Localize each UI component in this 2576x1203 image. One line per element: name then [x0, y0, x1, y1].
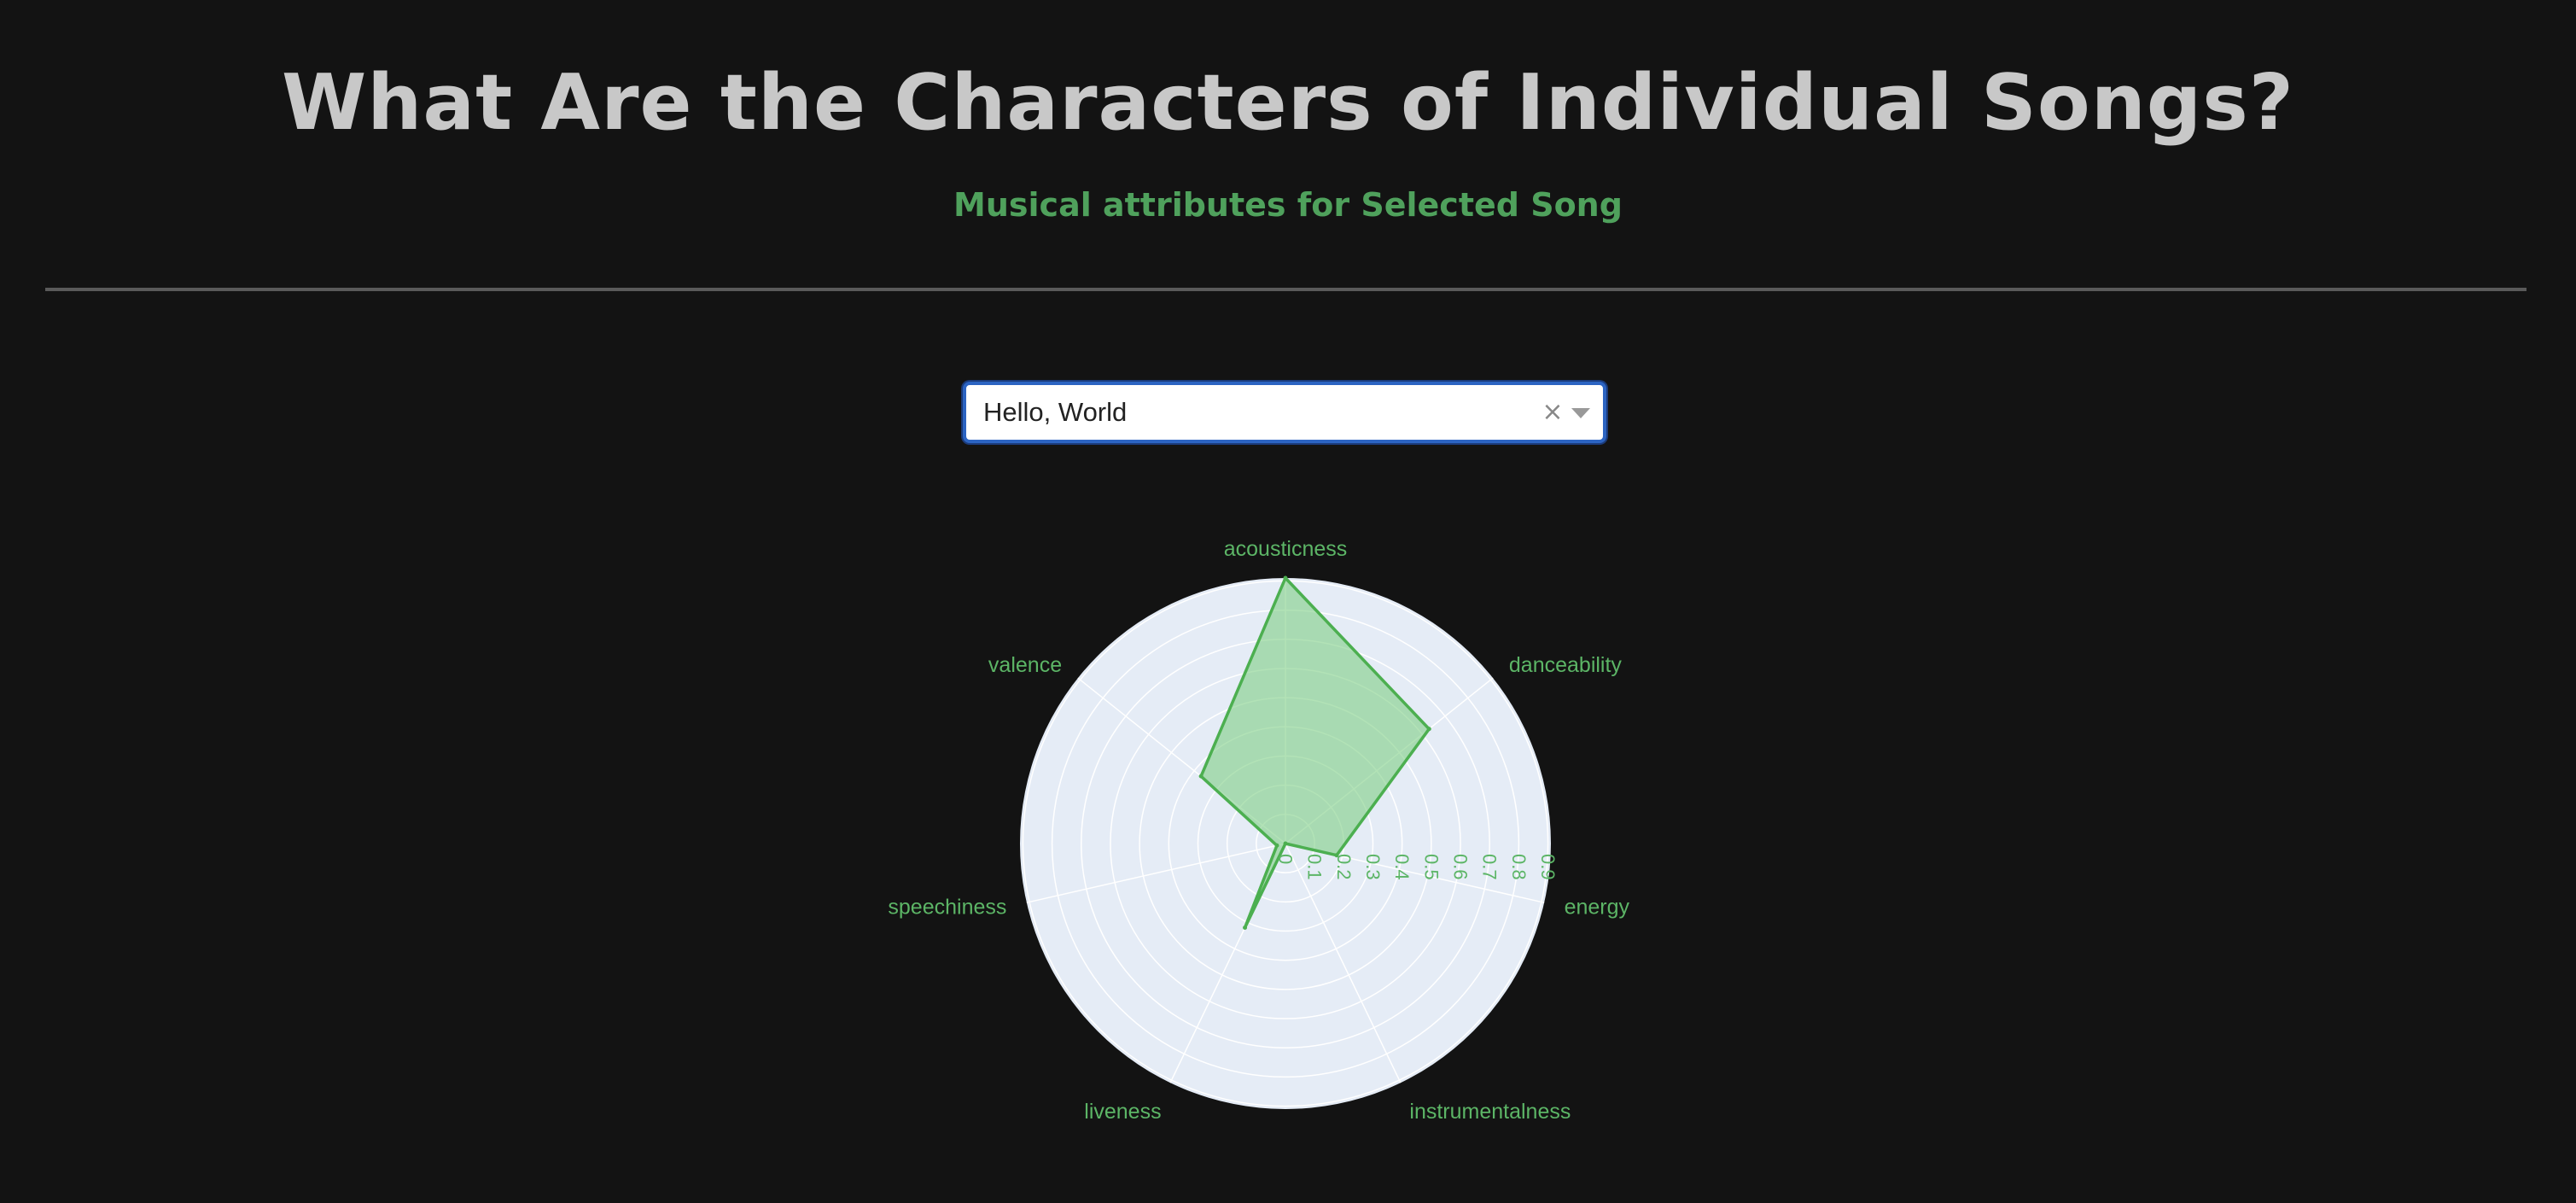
angular-gridline	[1169, 843, 1286, 1083]
close-icon[interactable]: ×	[1542, 385, 1564, 440]
radial-gridline	[1226, 784, 1345, 903]
data-point-speechiness	[1274, 843, 1279, 848]
selected-song-value: Hello, World	[983, 397, 1128, 427]
radial-tick-label: 0.7	[1479, 854, 1501, 880]
song-select-dropdown[interactable]: Hello, World ×	[963, 382, 1606, 443]
radial-tick-label: 0.1	[1304, 854, 1326, 880]
radial-gridline	[1197, 755, 1374, 932]
song-attributes-area	[1199, 576, 1431, 930]
radial-tick-label: 0.9	[1537, 854, 1559, 880]
page-subtitle: Musical attributes for Selected Song	[953, 186, 1623, 224]
axis-label-valence: valence	[988, 653, 1062, 677]
radial-gridline	[1051, 609, 1520, 1078]
data-point-energy	[1334, 853, 1339, 858]
axis-label-acousticness: acousticness	[1224, 537, 1348, 561]
radar-background	[1020, 578, 1551, 1109]
radial-gridline	[1081, 639, 1490, 1048]
radial-gridline	[1168, 726, 1403, 961]
radial-tick-label: 0.4	[1391, 854, 1413, 880]
data-point-instrumentalness	[1283, 841, 1288, 846]
axis-label-speechiness: speechiness	[888, 896, 1006, 920]
radial-tick-label: 0	[1275, 854, 1297, 864]
data-point-valence	[1198, 774, 1203, 779]
caret-down-icon[interactable]	[1571, 408, 1590, 418]
axis-label-energy: energy	[1565, 896, 1630, 920]
radial-tick-label: 0.6	[1450, 854, 1472, 880]
radial-tick-label: 0.5	[1420, 854, 1442, 880]
radial-gridline	[1022, 580, 1549, 1107]
angular-gridline	[1077, 677, 1286, 844]
angular-gridline	[1285, 843, 1545, 903]
divider	[45, 288, 2526, 291]
radial-tick-label: 0.8	[1508, 854, 1530, 880]
radial-tick-label: 0.2	[1333, 854, 1355, 880]
data-point-liveness	[1243, 926, 1248, 931]
angular-gridline	[1026, 843, 1286, 903]
radial-gridline	[1139, 697, 1432, 990]
axis-label-liveness: liveness	[1084, 1100, 1161, 1124]
page-title: What Are the Characters of Individual So…	[282, 58, 2294, 148]
data-point-danceability	[1426, 727, 1431, 732]
angular-gridline	[1285, 843, 1402, 1083]
data-point-acousticness	[1283, 575, 1288, 581]
radial-tick-label: 0.3	[1362, 854, 1384, 880]
angular-gridline	[1285, 677, 1494, 844]
axis-label-danceability: danceability	[1509, 653, 1623, 677]
radial-gridline	[1110, 668, 1461, 1019]
radial-gridline	[1256, 814, 1315, 873]
axis-label-instrumentalness: instrumentalness	[1409, 1100, 1571, 1124]
